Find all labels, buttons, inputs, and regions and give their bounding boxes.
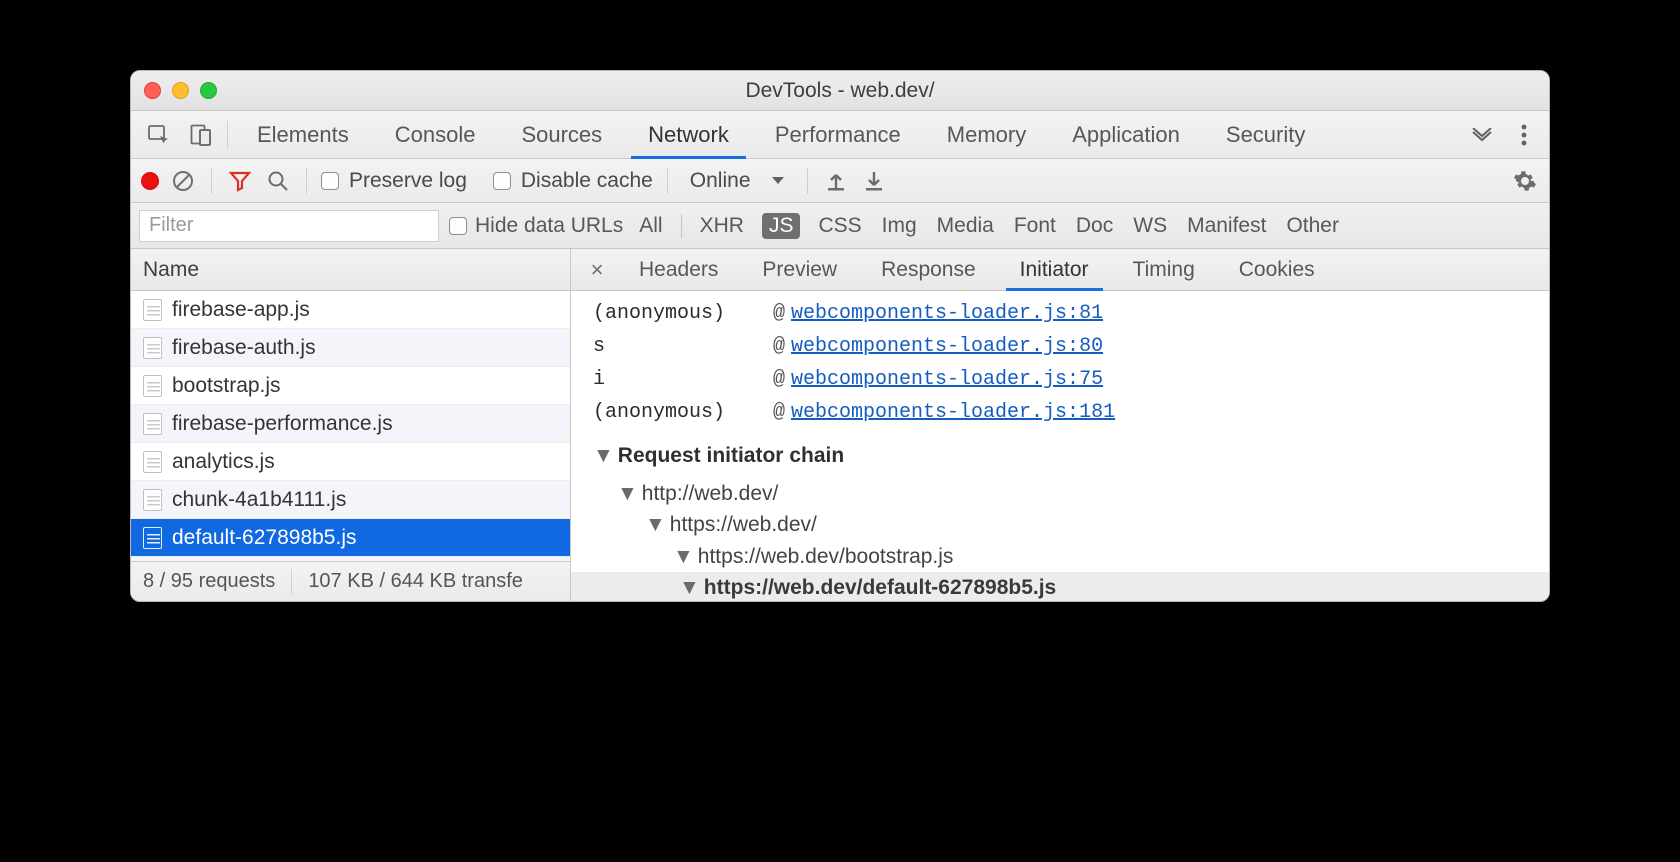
initiator-body: (anonymous)@webcomponents-loader.js:81 s… — [571, 291, 1549, 601]
network-settings-icon[interactable] — [1511, 167, 1539, 195]
detail-tab-cookies[interactable]: Cookies — [1217, 249, 1337, 290]
tab-memory[interactable]: Memory — [924, 111, 1049, 158]
request-list-panel: Name firebase-app.js firebase-auth.js bo… — [131, 249, 571, 601]
chain-node[interactable]: ▼http://web.dev/ — [593, 478, 1527, 510]
initiator-chain-tree: ▼http://web.dev/ ▼https://web.dev/ ▼http… — [593, 478, 1527, 601]
tab-sources[interactable]: Sources — [498, 111, 625, 158]
preserve-log-label: Preserve log — [349, 169, 467, 193]
request-list: firebase-app.js firebase-auth.js bootstr… — [131, 291, 570, 561]
file-icon — [143, 375, 162, 397]
source-link[interactable]: webcomponents-loader.js:181 — [791, 396, 1115, 429]
resource-type-filters: All XHR JS CSS Img Media Font Doc WS Man… — [637, 213, 1341, 239]
upload-har-icon[interactable] — [822, 167, 850, 195]
tab-network[interactable]: Network — [625, 111, 752, 158]
preserve-log-checkbox[interactable] — [321, 172, 339, 190]
filter-font[interactable]: Font — [1012, 214, 1058, 238]
search-icon[interactable] — [264, 167, 292, 195]
close-detail-button[interactable]: × — [577, 257, 617, 283]
filter-ws[interactable]: WS — [1131, 214, 1169, 238]
throttling-value: Online — [690, 169, 751, 193]
window-minimize-button[interactable] — [172, 82, 189, 99]
filter-bar: Hide data URLs All XHR JS CSS Img Media … — [131, 203, 1549, 249]
stack-frame: i@webcomponents-loader.js:75 — [593, 363, 1527, 396]
tab-application[interactable]: Application — [1049, 111, 1203, 158]
device-toolbar-icon[interactable] — [187, 121, 215, 149]
chevron-down-icon — [771, 176, 785, 186]
detail-tab-headers[interactable]: Headers — [617, 249, 740, 290]
tab-performance[interactable]: Performance — [752, 111, 924, 158]
stack-frame: (anonymous)@webcomponents-loader.js:181 — [593, 396, 1527, 429]
request-row[interactable]: firebase-auth.js — [131, 329, 570, 367]
download-har-icon[interactable] — [860, 167, 888, 195]
filter-manifest[interactable]: Manifest — [1185, 214, 1268, 238]
column-header-name[interactable]: Name — [131, 249, 570, 291]
window-title: DevTools - web.dev/ — [131, 79, 1549, 103]
source-link[interactable]: webcomponents-loader.js:81 — [791, 297, 1103, 330]
request-row[interactable]: firebase-app.js — [131, 291, 570, 329]
window-close-button[interactable] — [144, 82, 161, 99]
filter-css[interactable]: CSS — [816, 214, 863, 238]
detail-tab-timing[interactable]: Timing — [1111, 249, 1217, 290]
filter-xhr[interactable]: XHR — [698, 214, 746, 238]
request-row[interactable]: analytics.js — [131, 443, 570, 481]
file-icon — [143, 451, 162, 473]
tab-elements[interactable]: Elements — [234, 111, 372, 158]
panel-tabs: Elements Console Sources Network Perform… — [131, 111, 1549, 159]
filter-input[interactable] — [139, 210, 439, 242]
tab-console[interactable]: Console — [372, 111, 499, 158]
titlebar: DevTools - web.dev/ — [131, 71, 1549, 111]
file-icon — [143, 299, 162, 321]
record-button[interactable] — [141, 172, 159, 190]
throttling-select[interactable]: Online — [682, 169, 793, 193]
request-row[interactable]: bootstrap.js — [131, 367, 570, 405]
source-link[interactable]: webcomponents-loader.js:75 — [791, 363, 1103, 396]
status-request-count: 8 / 95 requests — [143, 570, 275, 593]
chain-node[interactable]: ▼https://web.dev/ — [593, 509, 1527, 541]
network-split-view: Name firebase-app.js firebase-auth.js bo… — [131, 249, 1549, 601]
detail-tab-initiator[interactable]: Initiator — [998, 249, 1111, 290]
filter-icon[interactable] — [226, 167, 254, 195]
chain-node-current[interactable]: ▼https://web.dev/default-627898b5.js — [571, 572, 1549, 601]
stack-frame: (anonymous)@webcomponents-loader.js:81 — [593, 297, 1527, 330]
traffic-lights — [144, 82, 217, 99]
status-transfer: 107 KB / 644 KB transfe — [308, 570, 523, 593]
file-icon — [143, 527, 162, 549]
chain-heading: ▼Request initiator chain — [593, 439, 1527, 474]
source-link[interactable]: webcomponents-loader.js:80 — [791, 330, 1103, 363]
status-bar: 8 / 95 requests 107 KB / 644 KB transfe — [131, 561, 570, 601]
chain-node[interactable]: ▼https://web.dev/bootstrap.js — [593, 541, 1527, 573]
devtools-window: DevTools - web.dev/ Elements Console S — [130, 70, 1550, 602]
request-row-selected[interactable]: default-627898b5.js — [131, 519, 570, 557]
window-zoom-button[interactable] — [200, 82, 217, 99]
file-icon — [143, 413, 162, 435]
filter-img[interactable]: Img — [880, 214, 919, 238]
filter-js[interactable]: JS — [762, 213, 801, 239]
hide-data-urls-checkbox[interactable] — [449, 217, 467, 235]
panel-overflow-button[interactable] — [1457, 128, 1507, 142]
tab-security[interactable]: Security — [1203, 111, 1328, 158]
network-toolbar: Preserve log Disable cache Online — [131, 159, 1549, 203]
more-options-button[interactable] — [1507, 124, 1541, 146]
request-row[interactable]: chunk-4a1b4111.js — [131, 481, 570, 519]
file-icon — [143, 337, 162, 359]
filter-all[interactable]: All — [637, 214, 664, 238]
detail-tab-preview[interactable]: Preview — [740, 249, 859, 290]
clear-button[interactable] — [169, 167, 197, 195]
filter-media[interactable]: Media — [935, 214, 996, 238]
detail-tab-response[interactable]: Response — [859, 249, 998, 290]
filter-other[interactable]: Other — [1284, 214, 1341, 238]
panel-tab-list: Elements Console Sources Network Perform… — [234, 111, 1457, 158]
detail-tabs: × Headers Preview Response Initiator Tim… — [571, 249, 1549, 291]
stack-frame: s@webcomponents-loader.js:80 — [593, 330, 1527, 363]
filter-doc[interactable]: Doc — [1074, 214, 1115, 238]
disable-cache-label: Disable cache — [521, 169, 653, 193]
request-row[interactable]: firebase-performance.js — [131, 405, 570, 443]
disable-cache-checkbox[interactable] — [493, 172, 511, 190]
inspect-element-icon[interactable] — [145, 121, 173, 149]
hide-data-urls-label: Hide data URLs — [475, 214, 623, 238]
file-icon — [143, 489, 162, 511]
request-detail-panel: × Headers Preview Response Initiator Tim… — [571, 249, 1549, 601]
